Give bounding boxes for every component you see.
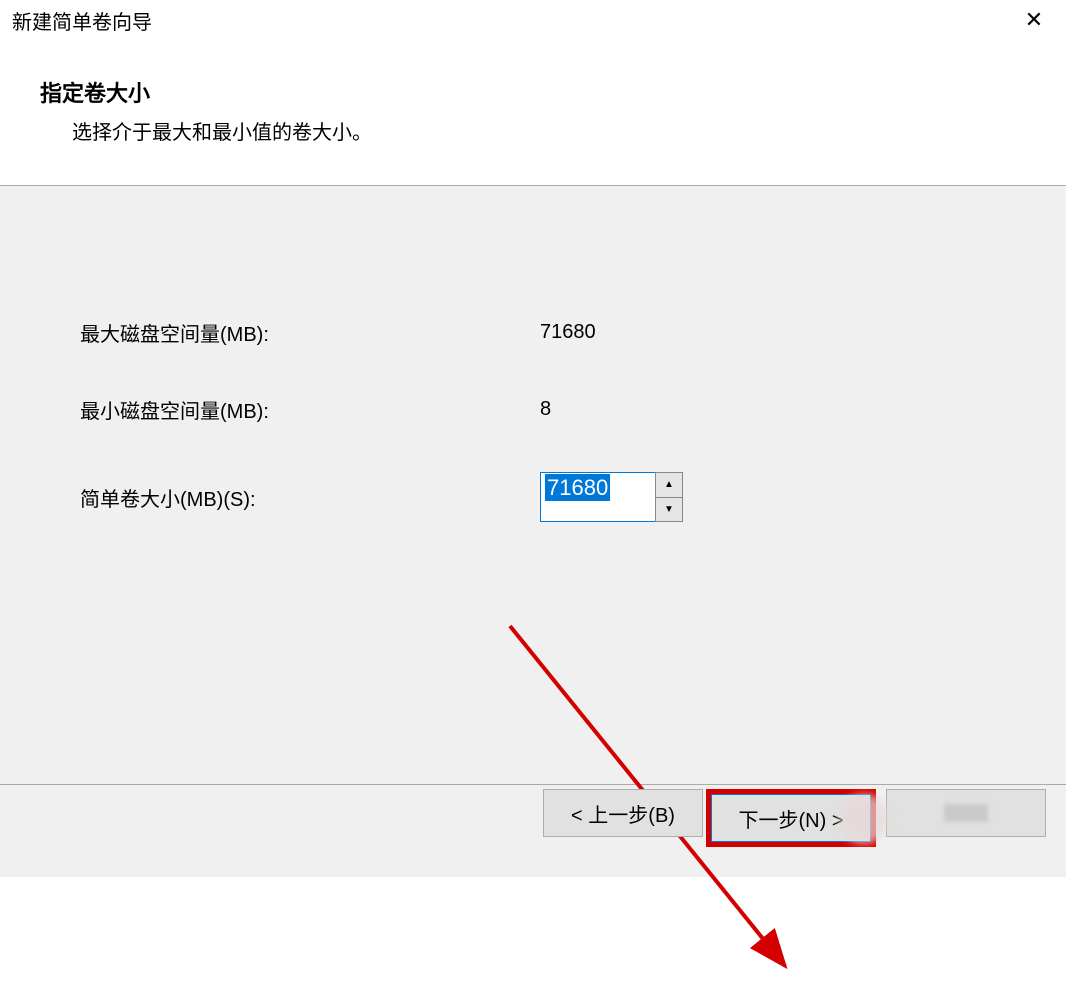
close-icon[interactable]: ✕ [1014,7,1054,33]
max-disk-row: 最大磁盘空间量(MB): 71680 [0,318,1066,347]
window-title: 新建简单卷向导 [12,6,152,35]
wizard-header: 指定卷大小 选择介于最大和最小值的卷大小。 [0,40,1066,185]
back-button[interactable]: < 上一步(B) [543,789,703,837]
min-disk-row: 最小磁盘空间量(MB): 8 [0,395,1066,424]
min-disk-value: 8 [540,398,551,421]
spinner-up-icon[interactable]: ▲ [656,473,682,498]
title-bar: 新建简单卷向导 ✕ [0,0,1066,40]
page-title: 指定卷大小 [40,76,1066,108]
next-button-highlight: 下一步(N) > [706,789,876,847]
volume-size-label: 简单卷大小(MB)(S): [80,483,540,512]
min-disk-label: 最小磁盘空间量(MB): [80,395,540,424]
blur-overlay [944,804,988,822]
cancel-button[interactable] [886,789,1046,837]
volume-size-row: 简单卷大小(MB)(S): 71680 ▲ ▼ [0,472,1066,522]
divider [0,784,1066,785]
spinner-down-icon[interactable]: ▼ [656,498,682,522]
volume-size-spinner[interactable]: 71680 ▲ ▼ [540,472,683,522]
volume-size-selected-text: 71680 [545,474,610,501]
page-subtitle: 选择介于最大和最小值的卷大小。 [40,116,1066,145]
wizard-button-bar: < 上一步(B) 下一步(N) > [543,789,1046,847]
blur-overlay [839,794,889,844]
content-area: 最大磁盘空间量(MB): 71680 最小磁盘空间量(MB): 8 简单卷大小(… [0,186,1066,877]
spinner-buttons: ▲ ▼ [655,472,683,522]
volume-size-input[interactable]: 71680 [540,472,655,522]
max-disk-value: 71680 [540,321,596,344]
max-disk-label: 最大磁盘空间量(MB): [80,318,540,347]
